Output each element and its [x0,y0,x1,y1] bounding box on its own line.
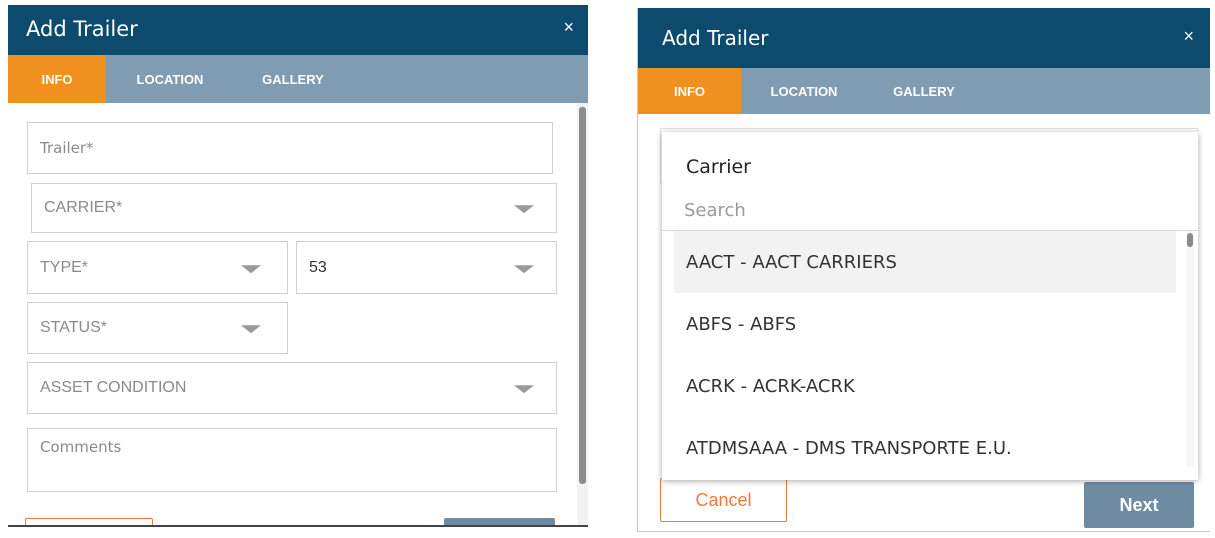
type-select-label: TYPE* [40,258,89,276]
add-trailer-dialog-right: Add Trailer × INFO LOCATION GALLERY Canc… [637,8,1210,532]
carrier-option[interactable]: AACT - AACT CARRIERS [674,231,1176,293]
carrier-search-input[interactable] [684,196,1164,224]
tab-info[interactable]: INFO [8,55,106,103]
comments-textarea[interactable]: Comments [27,428,557,492]
asset-condition-label: ASSET CONDITION [40,379,187,396]
dropdown-scrollbar-track[interactable] [1186,231,1194,467]
next-button[interactable]: Next [1084,482,1194,528]
carrier-select-label: CARRIER* [44,199,123,216]
tab-location[interactable]: LOCATION [756,68,852,114]
tab-bar: INFO LOCATION GALLERY [8,55,588,103]
next-button[interactable] [444,518,555,525]
type-select[interactable]: TYPE* [27,241,288,294]
add-trailer-dialog-left: Add Trailer × INFO LOCATION GALLERY Trai… [8,5,588,527]
chevron-down-icon [514,205,534,214]
chevron-down-icon [514,264,534,273]
cancel-button[interactable]: Cancel [660,478,787,522]
length-select[interactable]: 53 [296,241,557,294]
dialog-header: Add Trailer × [8,5,588,55]
scrollbar-thumb[interactable] [579,107,586,484]
dropdown-scrollbar-thumb[interactable] [1187,233,1193,247]
chevron-down-icon [241,325,261,334]
tab-bar: INFO LOCATION GALLERY [638,68,1210,114]
status-select[interactable]: STATUS* [27,302,288,354]
dialog-header: Add Trailer × [638,8,1210,68]
status-select-label: STATUS* [40,319,107,336]
tab-info[interactable]: INFO [638,68,741,114]
close-icon[interactable]: × [1183,26,1194,47]
trailer-placeholder: Trailer* [40,139,94,157]
cancel-button[interactable] [25,518,153,525]
tab-location[interactable]: LOCATION [120,55,220,103]
tab-gallery[interactable]: GALLERY [882,68,966,114]
dialog-title: Add Trailer [662,26,769,50]
carrier-dropdown: Carrier AACT - AACT CARRIERS ABFS - ABFS… [662,132,1198,480]
chevron-down-icon [241,264,261,273]
trailer-input[interactable]: Trailer* [27,122,553,174]
carrier-option-list: AACT - AACT CARRIERS ABFS - ABFS ACRK - … [674,231,1176,480]
carrier-select[interactable]: CARRIER* [31,183,557,233]
asset-condition-select[interactable]: ASSET CONDITION [27,362,557,414]
carrier-option[interactable]: ATDMSAAA - DMS TRANSPORTE E.U. [674,417,1176,479]
carrier-option[interactable]: ACRK - ACRK-ACRK [674,355,1176,417]
comments-placeholder: Comments [40,438,122,456]
close-icon[interactable]: × [563,17,574,38]
dropdown-title: Carrier [686,156,751,178]
dialog-title: Add Trailer [26,17,138,41]
tab-gallery[interactable]: GALLERY [248,55,338,103]
carrier-option[interactable]: ABFS - ABFS [674,293,1176,355]
chevron-down-icon [514,385,534,394]
scrollbar-track[interactable] [577,103,588,525]
length-select-value: 53 [309,258,327,276]
